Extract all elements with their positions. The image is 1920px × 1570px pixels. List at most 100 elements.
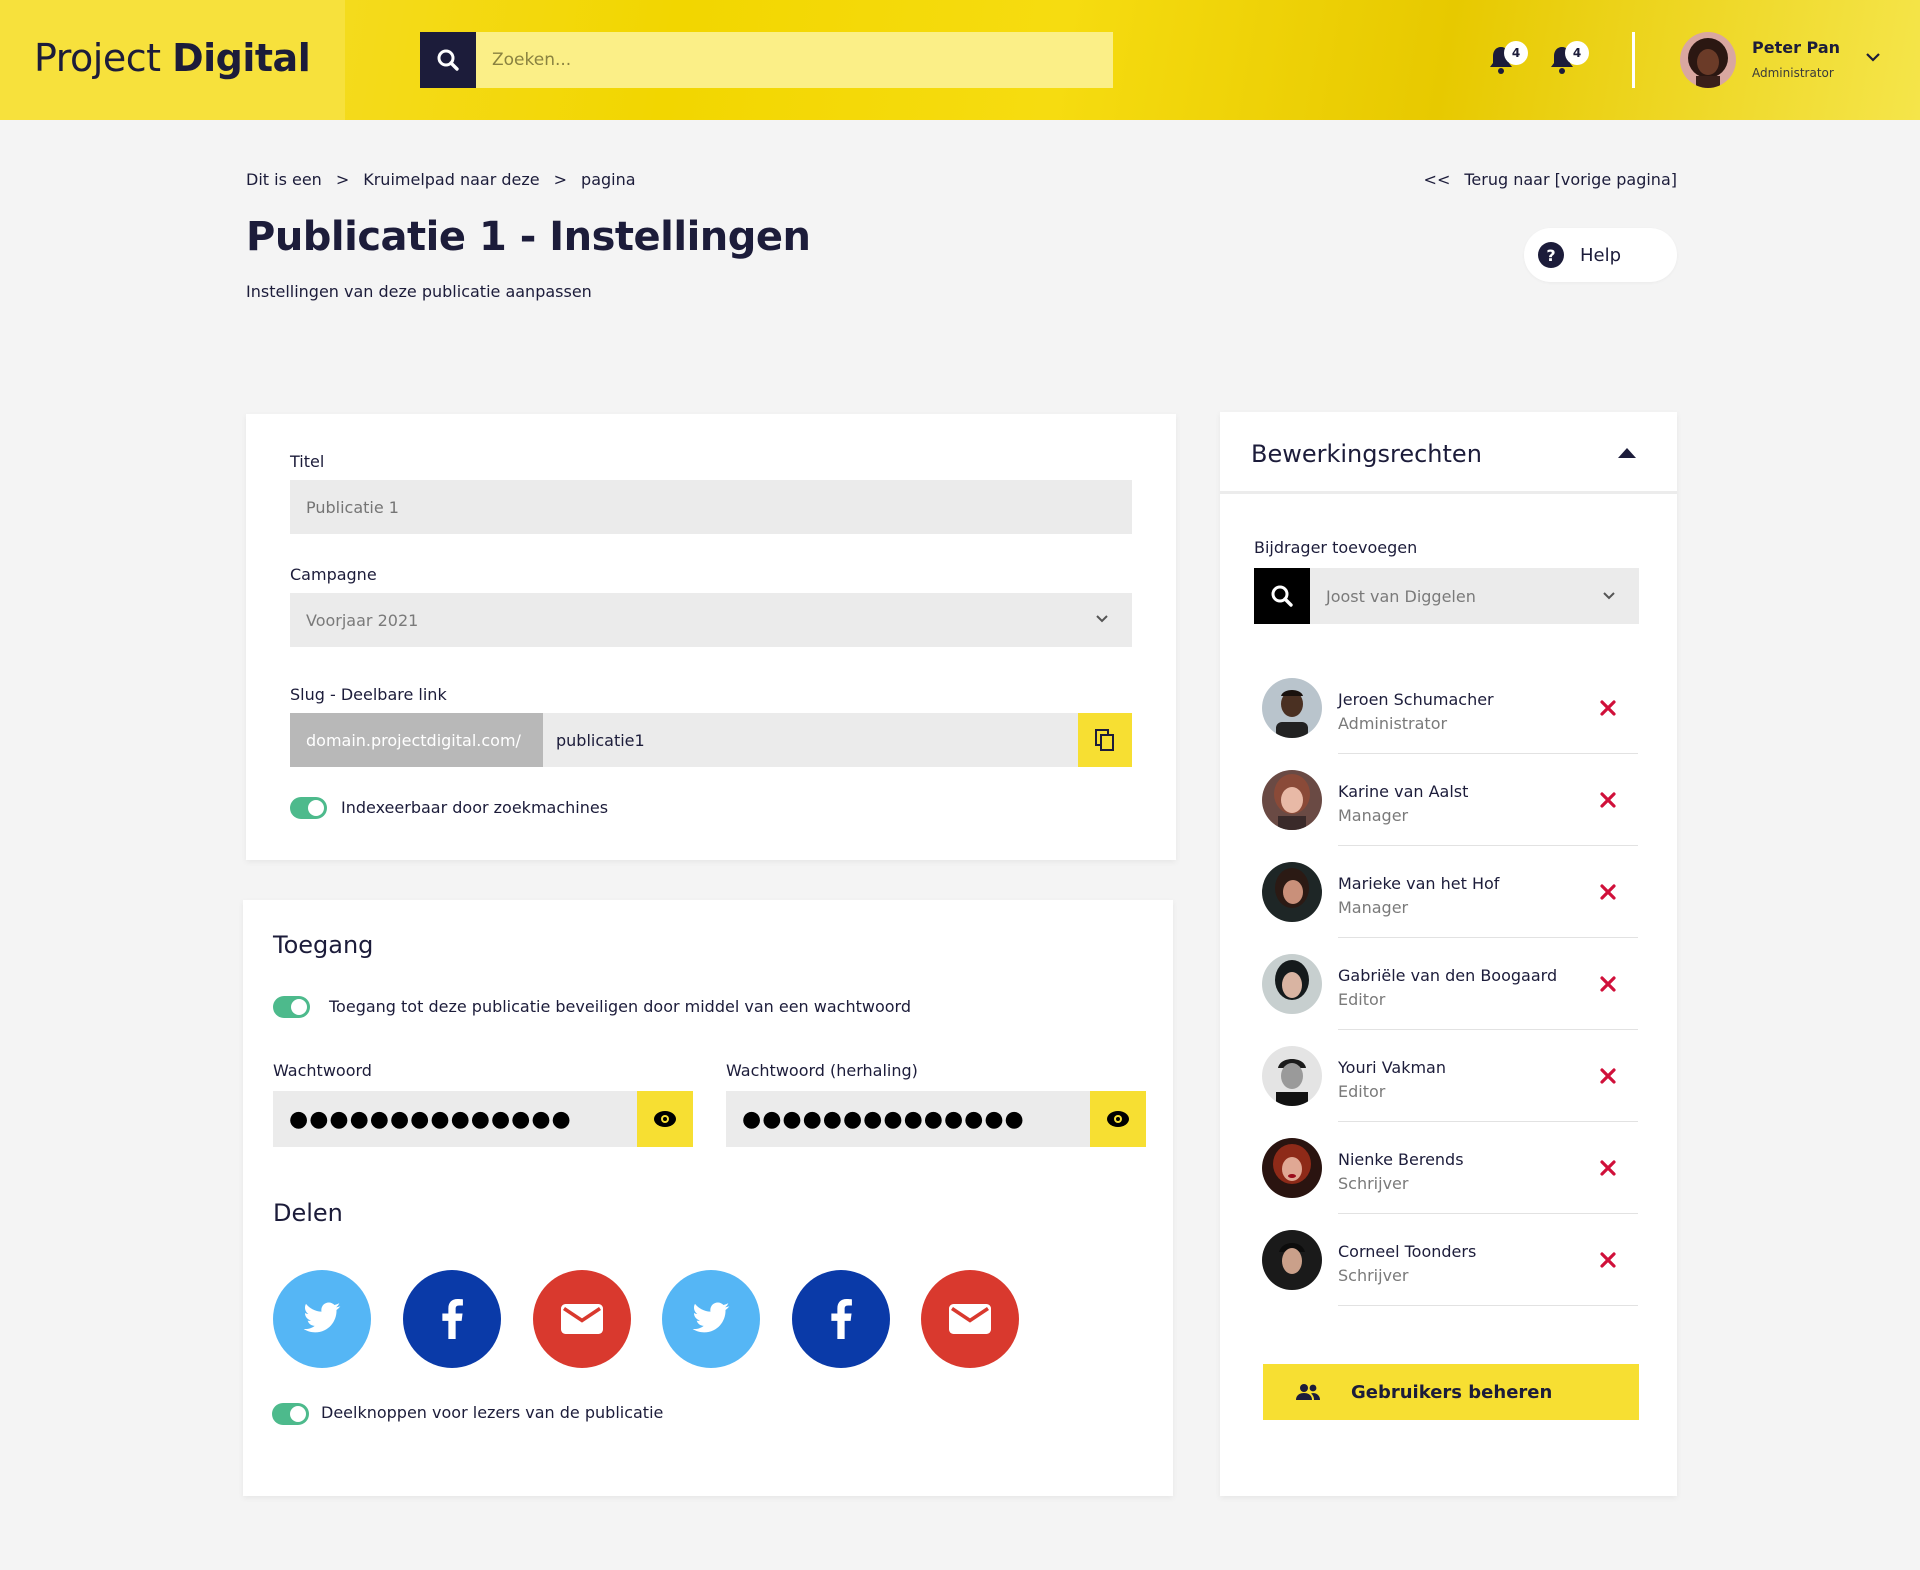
notifications-button[interactable]: 4: [1488, 41, 1528, 79]
facebook-icon: [831, 1299, 852, 1339]
remove-user-button[interactable]: [1596, 972, 1620, 996]
breadcrumb-item[interactable]: Kruimelpad naar deze: [363, 170, 539, 189]
user-name: Corneel Toonders: [1338, 1242, 1477, 1261]
close-icon: [1600, 976, 1616, 992]
title-label: Titel: [290, 452, 325, 471]
add-contributor-label: Bijdrager toevoegen: [1254, 538, 1418, 557]
eye-icon: [654, 1111, 676, 1127]
close-icon: [1600, 792, 1616, 808]
user-role: Manager: [1338, 806, 1409, 825]
avatar: [1262, 1138, 1322, 1198]
remove-user-button[interactable]: [1596, 880, 1620, 904]
collapse-caret-icon[interactable]: [1618, 448, 1636, 458]
copy-button[interactable]: [1078, 713, 1132, 767]
password-label: Wachtwoord: [273, 1061, 372, 1080]
back-link[interactable]: << Terug naar [vorige pagina]: [1424, 170, 1677, 189]
title-input[interactable]: [290, 480, 1132, 534]
remove-user-button[interactable]: [1596, 1064, 1620, 1088]
remove-user-button[interactable]: [1596, 1156, 1620, 1180]
remove-user-button[interactable]: [1596, 788, 1620, 812]
user-name: Gabriële van den Boogaard: [1338, 966, 1558, 985]
user-role: Manager: [1338, 898, 1409, 917]
user-name: Karine van Aalst: [1338, 782, 1469, 801]
close-icon: [1600, 1068, 1616, 1084]
email-share-button[interactable]: [533, 1270, 631, 1368]
index-toggle[interactable]: [290, 797, 327, 819]
back-arrows: <<: [1423, 170, 1451, 189]
avatar: [1262, 1230, 1322, 1290]
question-icon: ?: [1538, 242, 1564, 268]
share-title: Delen: [273, 1199, 343, 1227]
page-subtitle: Instellingen van deze publicatie aanpass…: [246, 282, 592, 301]
user-name[interactable]: Peter Pan: [1752, 38, 1840, 57]
divider: [1338, 753, 1638, 754]
divider: [1338, 1121, 1638, 1122]
contributor-search-button[interactable]: [1254, 568, 1310, 624]
messages-notifications-button[interactable]: 4: [1549, 41, 1589, 79]
user-role: Schrijver: [1338, 1174, 1409, 1193]
help-button[interactable]: ? Help: [1524, 228, 1677, 282]
manage-users-button[interactable]: Gebruikers beheren: [1263, 1364, 1639, 1420]
help-label: Help: [1580, 244, 1622, 266]
list-item: Gabriële van den Boogaard Editor: [1262, 954, 1638, 1046]
manage-users-label: Gebruikers beheren: [1351, 1381, 1553, 1403]
user-name: Marieke van het Hof: [1338, 874, 1500, 893]
divider: [1338, 1305, 1638, 1306]
facebook-share-button[interactable]: [403, 1270, 501, 1368]
show-password-repeat-button[interactable]: [1090, 1091, 1146, 1147]
divider: [1338, 1213, 1638, 1214]
list-item: Nienke Berends Schrijver: [1262, 1138, 1638, 1230]
breadcrumb-separator: >: [553, 170, 568, 189]
breadcrumb: Dit is een > Kruimelpad naar deze > pagi…: [246, 170, 636, 189]
user-name: Jeroen Schumacher: [1338, 690, 1494, 709]
breadcrumb-item-current: pagina: [581, 170, 636, 189]
divider: [1338, 937, 1638, 938]
password-repeat-input[interactable]: ●●●●●●●●●●●●●●: [726, 1091, 1090, 1147]
email-share-button[interactable]: [921, 1270, 1019, 1368]
logo[interactable]: Project Digital: [34, 36, 311, 80]
user-name: Youri Vakman: [1338, 1058, 1446, 1077]
contributor-select[interactable]: Joost van Diggelen: [1310, 568, 1639, 624]
show-password-button[interactable]: [637, 1091, 693, 1147]
list-item: Jeroen Schumacher Administrator: [1262, 678, 1638, 770]
password-input[interactable]: ●●●●●●●●●●●●●●: [273, 1091, 637, 1147]
list-item: Corneel Toonders Schrijver: [1262, 1230, 1638, 1322]
close-icon: [1600, 884, 1616, 900]
twitter-share-button[interactable]: [662, 1270, 760, 1368]
facebook-share-button[interactable]: [792, 1270, 890, 1368]
remove-user-button[interactable]: [1596, 696, 1620, 720]
permissions-title: Bewerkingsrechten: [1251, 440, 1482, 468]
search-icon: [1271, 585, 1293, 607]
user-avatar[interactable]: [1680, 32, 1736, 88]
list-item: Karine van Aalst Manager: [1262, 770, 1638, 862]
permissions-header[interactable]: Bewerkingsrechten: [1220, 412, 1677, 494]
campaign-select[interactable]: Voorjaar 2021: [290, 593, 1132, 647]
back-link-label: Terug naar [vorige pagina]: [1464, 170, 1677, 189]
breadcrumb-item[interactable]: Dit is een: [246, 170, 322, 189]
password-repeat-label: Wachtwoord (herhaling): [726, 1061, 918, 1080]
twitter-share-button[interactable]: [273, 1270, 371, 1368]
share-buttons-toggle[interactable]: [272, 1403, 309, 1425]
avatar: [1262, 862, 1322, 922]
remove-user-button[interactable]: [1596, 1248, 1620, 1272]
campaign-value: Voorjaar 2021: [306, 610, 419, 630]
search-button[interactable]: [420, 32, 476, 88]
logo-area: Project Digital: [0, 0, 345, 120]
search-icon: [437, 49, 459, 71]
avatar: [1262, 954, 1322, 1014]
search-input[interactable]: [476, 32, 1113, 88]
header-divider: [1632, 32, 1635, 88]
password-protect-toggle[interactable]: [273, 996, 310, 1018]
user-menu-chevron-down-icon[interactable]: [1864, 48, 1882, 67]
access-title: Toegang: [273, 931, 374, 959]
index-toggle-label: Indexeerbaar door zoekmachines: [341, 798, 609, 817]
twitter-icon: [303, 1302, 341, 1333]
avatar: [1262, 678, 1322, 738]
notification-count-badge: 4: [1565, 41, 1589, 65]
chevron-down-icon: [1096, 615, 1108, 623]
slug-input[interactable]: publicatie1: [543, 713, 1078, 767]
breadcrumb-separator: >: [335, 170, 350, 189]
users-icon: [1296, 1384, 1320, 1400]
campaign-label: Campagne: [290, 565, 377, 584]
page-title: Publicatie 1 - Instellingen: [246, 214, 811, 260]
